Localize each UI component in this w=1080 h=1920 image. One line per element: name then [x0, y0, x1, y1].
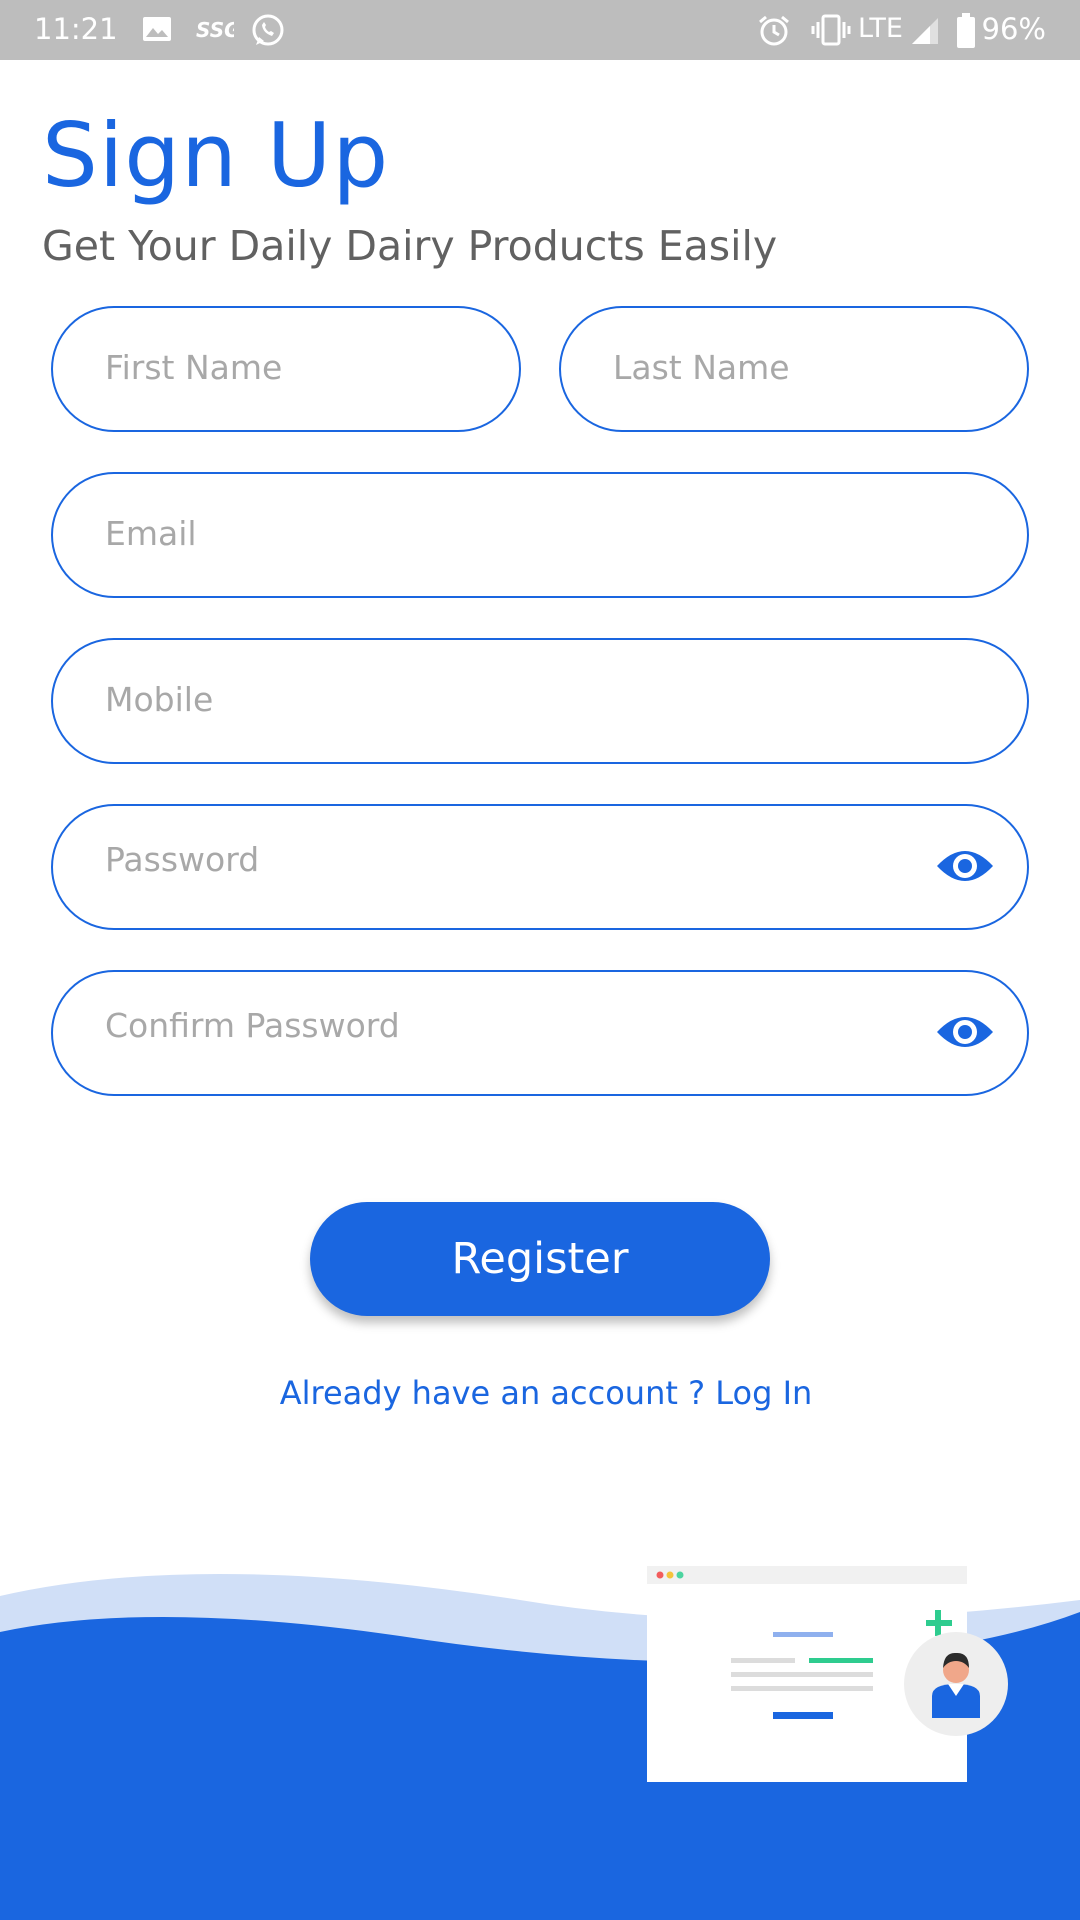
page-title: Sign Up [42, 104, 390, 207]
status-time: 11:21 [34, 12, 118, 46]
email-placeholder: Email [105, 514, 197, 553]
whatsapp-icon [252, 14, 284, 46]
ssg-icon: SSG [196, 18, 234, 42]
confirm-password-placeholder: Confirm Password [105, 1006, 400, 1045]
status-bar: 11:21 SSG LTE 96% [0, 0, 1080, 60]
battery-icon [957, 13, 975, 48]
vibrate-icon [811, 14, 851, 46]
password-field[interactable]: Password [51, 804, 1029, 930]
email-field[interactable]: Email [51, 472, 1029, 598]
network-type: LTE [858, 13, 903, 44]
alarm-icon [759, 15, 789, 46]
signal-icon [912, 18, 938, 44]
first-name-placeholder: First Name [105, 348, 283, 387]
svg-text:SSG: SSG [196, 18, 234, 42]
register-button[interactable]: Register [310, 1202, 770, 1316]
user-avatar-icon [904, 1610, 1008, 1736]
last-name-field[interactable]: Last Name [559, 306, 1029, 432]
password-placeholder: Password [105, 840, 260, 879]
confirm-password-field[interactable]: Confirm Password [51, 970, 1029, 1096]
eye-icon[interactable] [935, 1010, 995, 1054]
first-name-field[interactable]: First Name [51, 306, 521, 432]
battery-percentage: 96% [981, 12, 1046, 46]
eye-icon[interactable] [935, 844, 995, 888]
last-name-placeholder: Last Name [613, 348, 790, 387]
page-subtitle: Get Your Daily Dairy Products Easily [42, 222, 778, 270]
mobile-placeholder: Mobile [105, 680, 214, 719]
image-icon [143, 17, 171, 41]
mobile-field[interactable]: Mobile [51, 638, 1029, 764]
login-link[interactable]: Already have an account ? Log In [6, 1374, 1080, 1412]
